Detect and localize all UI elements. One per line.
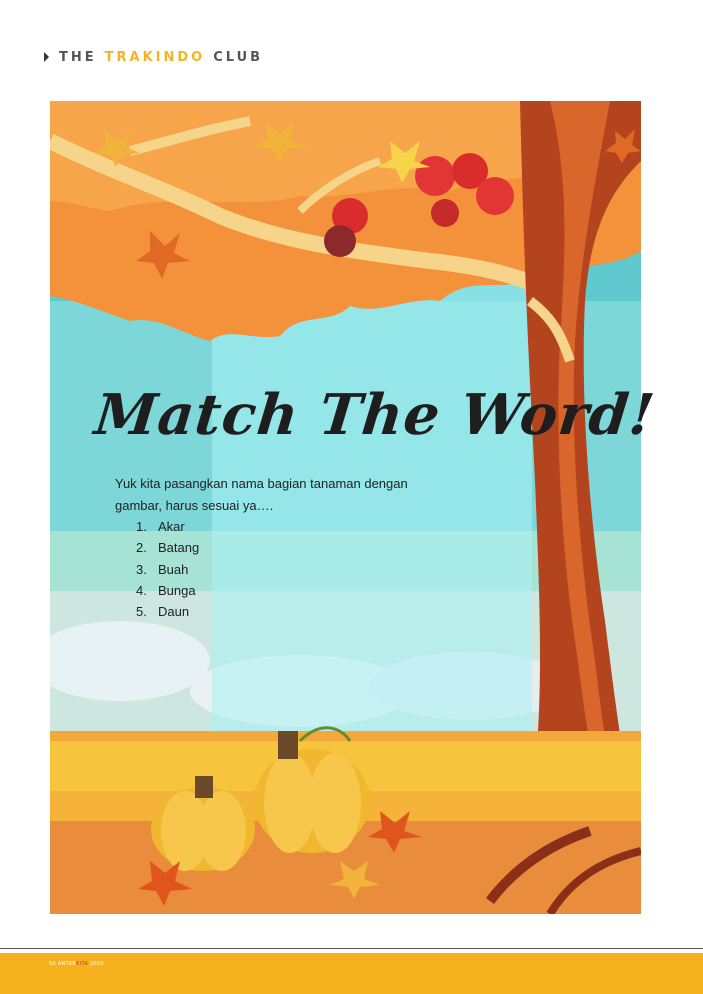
header-word-trakindo: TRAKINDO (104, 49, 206, 65)
list-label: Akar (158, 519, 185, 534)
list-item: 3. Buah (136, 559, 199, 580)
issue-year: 2020 (90, 961, 104, 967)
header-word-club: CLUB (213, 49, 264, 65)
list-number: 4. (136, 582, 147, 598)
list-item: 4. Bunga (136, 580, 199, 601)
footer-text: 56 ANTARKITA 2020 (49, 961, 104, 967)
magazine-name-1: ANTAR (57, 961, 77, 967)
list-label: Buah (158, 561, 189, 577)
list-number: 3. (136, 561, 147, 577)
list-number: 2. (136, 540, 147, 556)
intro-text: Yuk kita pasangkan nama bagian tanaman d… (115, 476, 408, 513)
page-footer: 56 ANTARKITA 2020 (0, 953, 703, 994)
list-label: Batang (158, 540, 200, 556)
page-number: 56 (49, 961, 56, 967)
footer-divider (0, 948, 703, 949)
list-label: Bunga (158, 582, 196, 598)
list-item: 5. Daun (136, 601, 199, 622)
page-title: Match The Word! (91, 382, 659, 448)
header-word-the: THE (59, 49, 97, 65)
triangle-icon (44, 52, 49, 62)
list-number: 1. (136, 519, 147, 534)
list-label: Daun (158, 604, 190, 620)
word-list: 1. Akar 2. Batang 3. Buah 4. Bunga 5. Daun (136, 516, 199, 622)
list-number: 5. (136, 604, 147, 620)
magazine-name-2: KITA (76, 961, 89, 967)
list-item: 1. Akar (136, 516, 199, 537)
list-item: 2. Batang (136, 537, 199, 558)
section-header: THE TRAKINDO CLUB (44, 48, 263, 66)
